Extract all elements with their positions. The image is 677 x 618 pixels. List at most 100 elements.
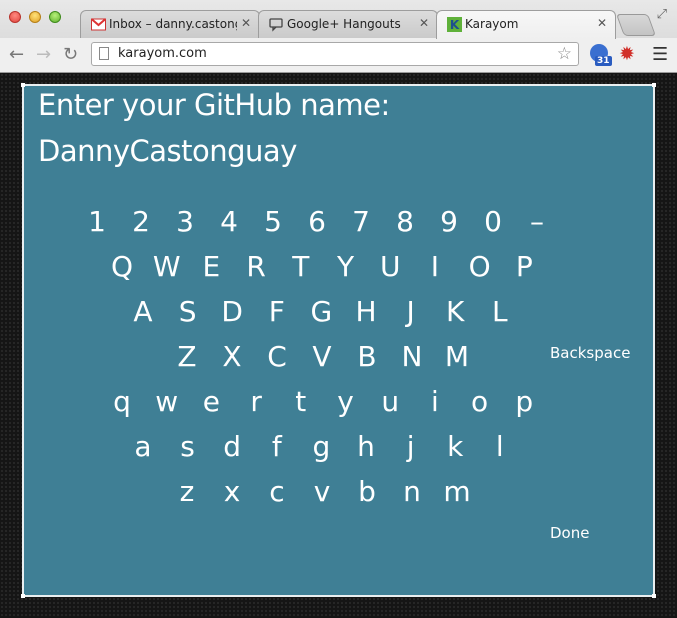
key-f[interactable]: f	[257, 427, 297, 467]
key-M[interactable]: M	[437, 337, 477, 377]
prompt-heading: Enter your GitHub name:	[38, 88, 390, 122]
svg-text:K: K	[450, 18, 460, 32]
browser-toolbar: ← → ↻ karayom.com ☆ 31 ✹ ☰	[0, 38, 677, 72]
key-n[interactable]: n	[392, 472, 432, 512]
forward-arrow-icon[interactable]: →	[36, 44, 51, 65]
key-X[interactable]: X	[212, 337, 252, 377]
key-4[interactable]: 4	[209, 202, 249, 242]
key-i[interactable]: i	[415, 382, 455, 422]
key-dash[interactable]: –	[517, 202, 557, 242]
extension-icon[interactable]: ✹	[619, 43, 635, 65]
hangouts-icon	[269, 18, 283, 32]
key-r[interactable]: r	[236, 382, 276, 422]
key-0[interactable]: 0	[473, 202, 513, 242]
key-W[interactable]: W	[147, 247, 187, 287]
zoom-window-button[interactable]	[49, 11, 61, 23]
gmail-icon	[91, 18, 106, 31]
karayom-icon: K	[447, 17, 462, 32]
key-3[interactable]: 3	[165, 202, 205, 242]
address-bar[interactable]: karayom.com ☆	[91, 42, 579, 66]
key-g[interactable]: g	[301, 427, 341, 467]
key-p[interactable]: p	[504, 382, 544, 422]
key-7[interactable]: 7	[341, 202, 381, 242]
tab-close-icon[interactable]: ✕	[419, 16, 429, 30]
entered-text: DannyCastonguay	[38, 134, 297, 168]
key-c[interactable]: c	[257, 472, 297, 512]
close-window-button[interactable]	[9, 11, 21, 23]
key-s[interactable]: s	[168, 427, 208, 467]
reload-icon[interactable]: ↻	[63, 44, 78, 65]
backspace-button[interactable]: Backspace	[550, 344, 630, 362]
bookmark-star-icon[interactable]: ☆	[557, 44, 572, 64]
key-A[interactable]: A	[123, 292, 163, 332]
key-L[interactable]: L	[480, 292, 520, 332]
panel-corner	[21, 594, 25, 598]
key-h[interactable]: h	[346, 427, 386, 467]
back-arrow-icon[interactable]: ←	[9, 44, 24, 65]
key-1[interactable]: 1	[77, 202, 117, 242]
tab-close-icon[interactable]: ✕	[597, 16, 607, 30]
key-b[interactable]: b	[347, 472, 387, 512]
key-v[interactable]: v	[302, 472, 342, 512]
key-R[interactable]: R	[236, 247, 276, 287]
key-V[interactable]: V	[302, 337, 342, 377]
panel-corner	[652, 83, 656, 87]
key-Z[interactable]: Z	[167, 337, 207, 377]
key-2[interactable]: 2	[121, 202, 161, 242]
tab-gmail[interactable]: Inbox – danny.castongu ✕	[80, 10, 260, 38]
key-D[interactable]: D	[212, 292, 252, 332]
key-9[interactable]: 9	[429, 202, 469, 242]
tab-close-icon[interactable]: ✕	[241, 16, 251, 30]
key-N[interactable]: N	[392, 337, 432, 377]
tab-title: Karayom	[465, 17, 519, 31]
key-y[interactable]: y	[326, 382, 366, 422]
key-o[interactable]: o	[460, 382, 500, 422]
panel-corner	[652, 594, 656, 598]
done-button[interactable]: Done	[550, 524, 589, 542]
fullscreen-icon[interactable]: ⤢	[657, 7, 667, 22]
tab-hangouts[interactable]: Google+ Hangouts ✕	[258, 10, 438, 38]
key-6[interactable]: 6	[297, 202, 337, 242]
tab-title: Inbox – danny.castongu	[109, 17, 237, 31]
key-I[interactable]: I	[415, 247, 455, 287]
key-Y[interactable]: Y	[326, 247, 366, 287]
key-m[interactable]: m	[437, 472, 477, 512]
key-H[interactable]: H	[346, 292, 386, 332]
panel-corner	[21, 83, 25, 87]
browser-chrome: Inbox – danny.castongu ✕ Google+ Hangout…	[0, 0, 677, 73]
key-l[interactable]: l	[480, 427, 520, 467]
key-J[interactable]: J	[391, 292, 431, 332]
key-8[interactable]: 8	[385, 202, 425, 242]
new-tab-button[interactable]	[615, 14, 657, 36]
key-j[interactable]: j	[391, 427, 431, 467]
key-5[interactable]: 5	[253, 202, 293, 242]
minimize-window-button[interactable]	[29, 11, 41, 23]
menu-icon[interactable]: ☰	[652, 44, 668, 65]
key-z[interactable]: z	[167, 472, 207, 512]
key-F[interactable]: F	[257, 292, 297, 332]
key-U[interactable]: U	[370, 247, 410, 287]
page-icon	[99, 47, 109, 60]
key-t[interactable]: t	[281, 382, 321, 422]
key-q[interactable]: q	[102, 382, 142, 422]
key-O[interactable]: O	[460, 247, 500, 287]
tab-karayom[interactable]: K Karayom ✕	[436, 10, 616, 39]
key-Q[interactable]: Q	[102, 247, 142, 287]
key-w[interactable]: w	[147, 382, 187, 422]
url-text: karayom.com	[118, 46, 207, 61]
key-K[interactable]: K	[435, 292, 475, 332]
key-E[interactable]: E	[191, 247, 231, 287]
key-C[interactable]: C	[257, 337, 297, 377]
key-S[interactable]: S	[168, 292, 208, 332]
key-d[interactable]: d	[212, 427, 252, 467]
key-u[interactable]: u	[370, 382, 410, 422]
key-P[interactable]: P	[504, 247, 544, 287]
key-x[interactable]: x	[212, 472, 252, 512]
key-e[interactable]: e	[191, 382, 231, 422]
key-G[interactable]: G	[301, 292, 341, 332]
key-k[interactable]: k	[435, 427, 475, 467]
key-B[interactable]: B	[347, 337, 387, 377]
key-a[interactable]: a	[123, 427, 163, 467]
key-T[interactable]: T	[281, 247, 321, 287]
tab-title: Google+ Hangouts	[287, 17, 401, 31]
